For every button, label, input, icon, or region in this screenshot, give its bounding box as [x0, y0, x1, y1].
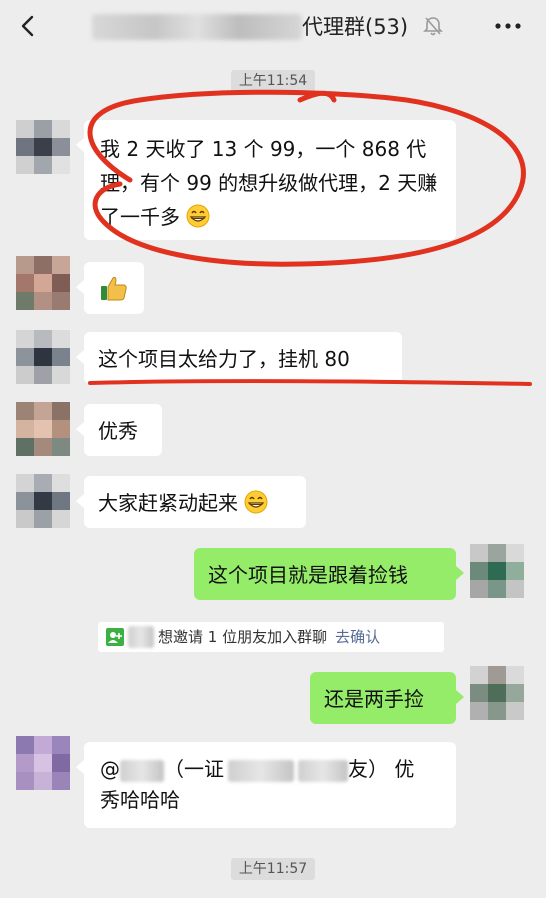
message-bubble[interactable]: @ （一证 友） 优 秀哈哈哈 — [76, 742, 456, 828]
message-text: 大家赶紧动起来 — [98, 491, 238, 515]
back-button[interactable] — [10, 8, 46, 44]
message-bubble[interactable]: 优秀 — [76, 404, 162, 456]
message-text: 秀哈哈哈 — [100, 788, 180, 812]
more-button[interactable] — [488, 10, 528, 42]
avatar[interactable] — [16, 736, 70, 790]
thumbs-up-emoji-icon — [98, 272, 130, 304]
grin-emoji-icon — [186, 204, 210, 228]
avatar[interactable] — [16, 474, 70, 528]
bell-off-icon — [423, 15, 443, 41]
avatar[interactable] — [470, 544, 524, 598]
add-friend-icon — [106, 628, 124, 646]
timestamp: 上午11:54 — [0, 70, 546, 92]
message-text: （一证 — [164, 757, 224, 781]
avatar[interactable] — [16, 402, 70, 456]
notice-text: 想邀请 1 位朋友加入群聊 — [158, 628, 328, 646]
chat-title[interactable]: 代理群(53) — [302, 12, 408, 42]
group-invite-notice: 想邀请 1 位朋友加入群聊 去确认 — [98, 622, 444, 652]
chat-header: 代理群(53) — [0, 0, 546, 54]
avatar[interactable] — [16, 120, 70, 174]
message-text: 这个项目太给力了，挂机 80 — [98, 347, 350, 371]
grin-emoji-icon — [244, 490, 268, 514]
avatar[interactable] — [470, 666, 524, 720]
message-text: 这个项目就是跟着捡钱 — [208, 563, 408, 587]
message-bubble[interactable]: 还是两手捡 — [310, 672, 464, 724]
message-text: 优秀 — [98, 419, 138, 443]
confirm-link[interactable]: 去确认 — [335, 622, 380, 652]
message-bubble[interactable]: 这个项目太给力了，挂机 80 — [76, 332, 402, 384]
redacted-name — [120, 759, 164, 782]
redacted-name — [228, 759, 294, 782]
redacted-name — [298, 759, 348, 782]
avatar[interactable] — [16, 256, 70, 310]
group-name-redacted — [92, 14, 302, 40]
chevron-left-icon — [21, 15, 34, 37]
message-bubble[interactable]: 我 2 天收了 13 个 99，一个 868 代理，有个 99 的想升级做代理，… — [76, 120, 456, 240]
message-text: 我 2 天收了 13 个 99，一个 868 代理，有个 99 的想升级做代理，… — [100, 137, 438, 229]
message-text: 友） 优 — [348, 757, 415, 781]
message-bubble[interactable]: 大家赶紧动起来 — [76, 476, 306, 528]
redacted-name — [128, 626, 154, 648]
timestamp: 上午11:57 — [0, 858, 546, 880]
message-text: 还是两手捡 — [324, 687, 424, 711]
more-dots-icon — [495, 23, 521, 29]
message-bubble[interactable]: 这个项目就是跟着捡钱 — [194, 548, 464, 600]
message-bubble[interactable] — [76, 262, 144, 314]
avatar[interactable] — [16, 330, 70, 384]
mention-prefix: @ — [100, 757, 120, 781]
